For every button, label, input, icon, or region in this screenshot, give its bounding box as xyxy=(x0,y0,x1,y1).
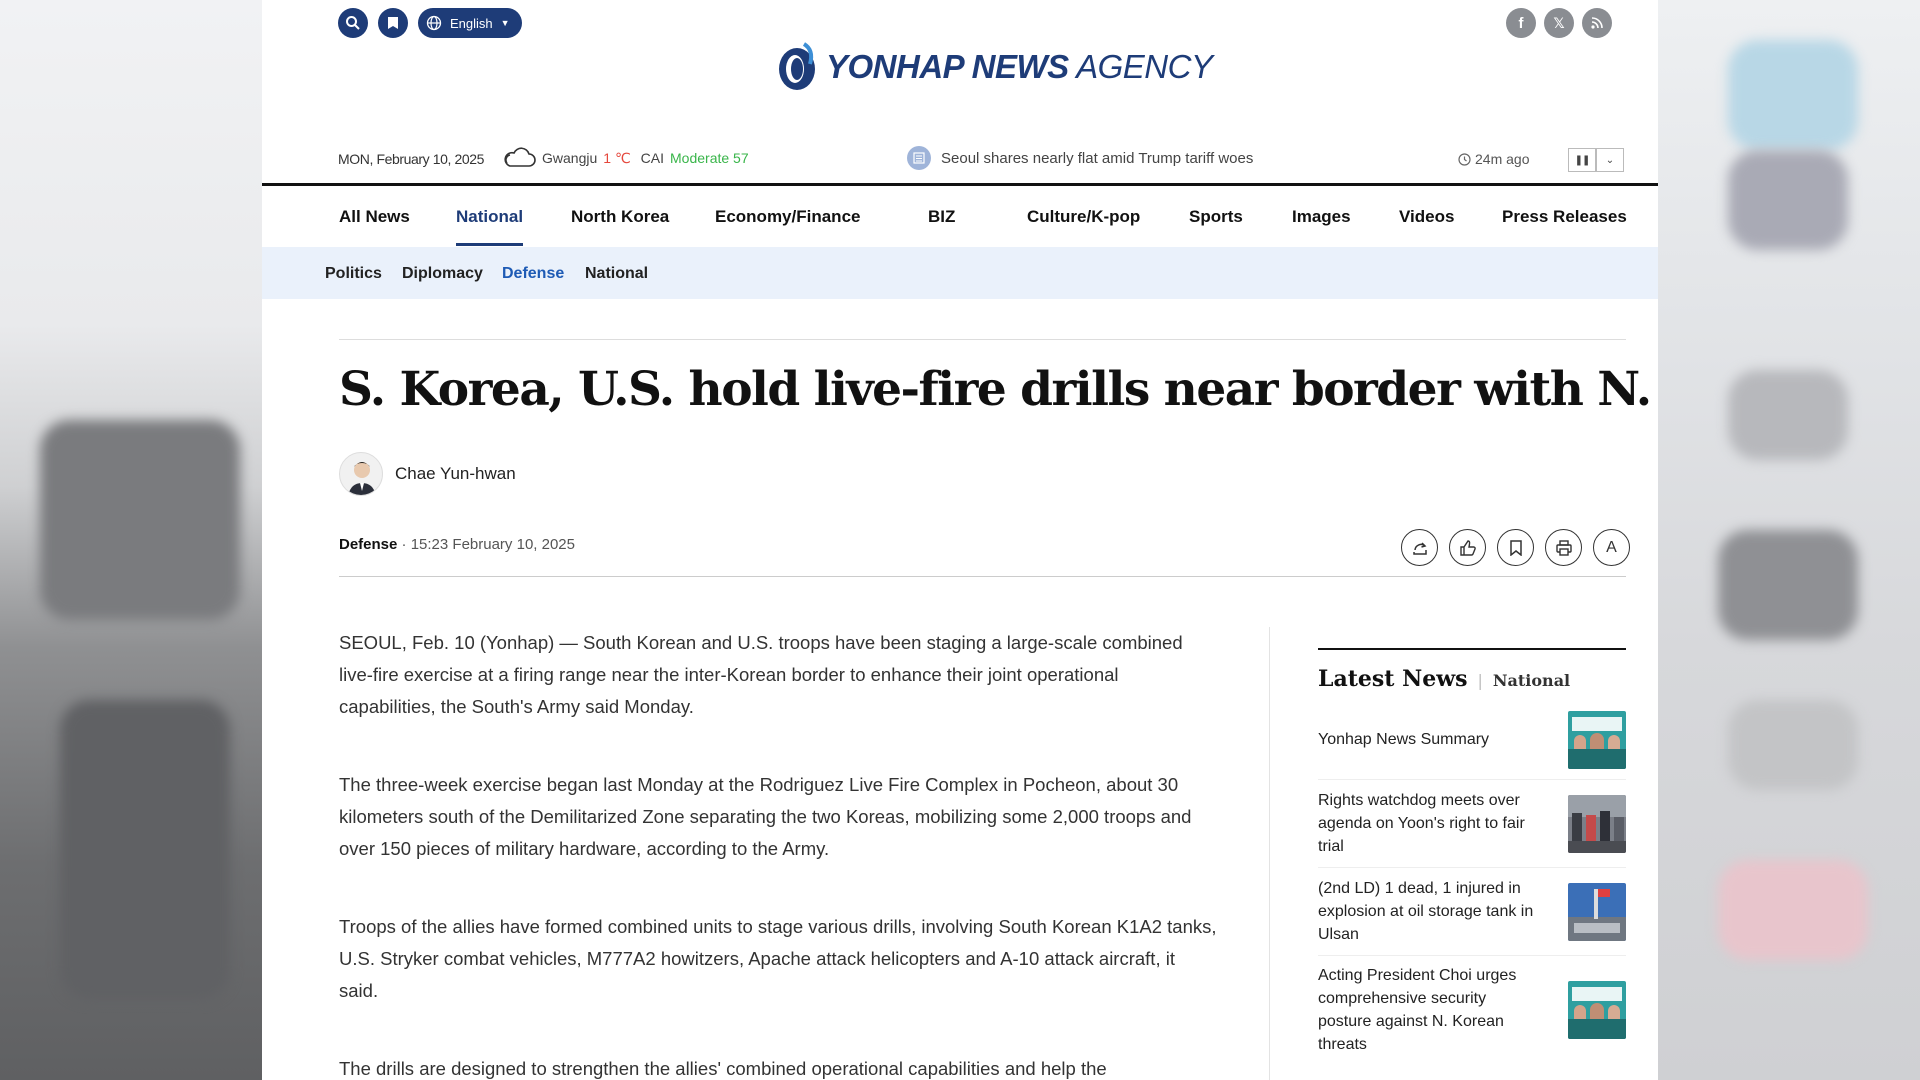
cai-label: CAI xyxy=(640,150,665,166)
share-button[interactable] xyxy=(1401,529,1438,566)
nav-item-all-news[interactable]: All News xyxy=(339,207,410,227)
like-icon xyxy=(1459,539,1476,556)
print-button[interactable] xyxy=(1545,529,1582,566)
news-thumbnail[interactable] xyxy=(1568,981,1626,1039)
subnav-item-national[interactable]: National xyxy=(585,265,648,283)
cai-value: Moderate 57 xyxy=(670,150,749,166)
nav-item-north-korea[interactable]: North Korea xyxy=(571,207,669,227)
news-item-title[interactable]: Rights watchdog meets over agenda on Yoo… xyxy=(1318,789,1538,858)
latest-news-category[interactable]: National xyxy=(1493,671,1570,690)
article-paragraph: The three-week exercise began last Monda… xyxy=(339,774,1192,859)
nav-item-economy-finance[interactable]: Economy/Finance xyxy=(715,207,860,227)
divider xyxy=(1318,648,1626,650)
list-item[interactable]: (2nd LD) 1 dead, 1 injured in explosion … xyxy=(1318,868,1626,956)
news-item-title[interactable]: (2nd LD) 1 dead, 1 injured in explosion … xyxy=(1318,877,1538,946)
rss-icon[interactable] xyxy=(1582,8,1612,38)
latest-news-panel: Latest News | National Yonhap News Summa… xyxy=(1318,648,1626,1064)
background-left xyxy=(0,0,262,1080)
article-paragraph: Troops of the allies have formed combine… xyxy=(339,916,1217,1001)
weather-widget[interactable]: Gwangju 1 ℃ CAI Moderate 57 xyxy=(502,147,749,169)
article-timestamp: 15:23 February 10, 2025 xyxy=(410,536,575,553)
list-item[interactable]: Acting President Choi urges comprehensiv… xyxy=(1318,956,1626,1064)
news-item-title[interactable]: Yonhap News Summary xyxy=(1318,728,1538,751)
nav-item-national[interactable]: National xyxy=(456,207,524,246)
share-icon xyxy=(1412,541,1427,555)
subnav-item-defense[interactable]: Defense xyxy=(502,265,564,283)
main-nav: All News National North Korea Economy/Fi… xyxy=(262,189,1658,247)
facebook-icon[interactable]: f xyxy=(1506,8,1536,38)
ticker-expand-button[interactable]: ⌄ xyxy=(1596,148,1624,172)
latest-news-header: Latest News | National xyxy=(1318,666,1626,692)
save-article-button[interactable] xyxy=(1497,529,1534,566)
sub-nav: Politics Diplomacy Defense National xyxy=(262,247,1658,299)
cloud-icon xyxy=(504,147,536,167)
font-size-icon: A xyxy=(1606,538,1617,556)
divider xyxy=(339,339,1626,340)
x-icon[interactable]: 𝕏 xyxy=(1544,8,1574,38)
ticker-headline[interactable]: Seoul shares nearly flat amid Trump tari… xyxy=(941,150,1253,167)
latest-news-title[interactable]: Latest News xyxy=(1318,666,1468,692)
author-name: Chae Yun-hwan xyxy=(395,464,516,483)
nav-item-culture-kpop[interactable]: Culture/K-pop xyxy=(1027,207,1140,227)
globe-icon xyxy=(426,15,442,31)
bookmark-button[interactable] xyxy=(378,8,408,38)
newspaper-icon xyxy=(907,146,931,170)
pause-icon: ❚❚ xyxy=(1574,154,1591,166)
article-headline: S. Korea, U.S. hold live-fire drills nea… xyxy=(339,362,1658,417)
language-label: English xyxy=(450,15,493,31)
ticker-pause-button[interactable]: ❚❚ xyxy=(1568,148,1596,172)
current-date: MON, February 10, 2025 xyxy=(338,151,485,167)
chevron-down-icon: ⌄ xyxy=(1605,154,1615,166)
divider xyxy=(339,576,1626,577)
news-thumbnail[interactable] xyxy=(1568,794,1626,853)
social-links: f 𝕏 xyxy=(1506,8,1612,38)
article-page: English ▼ f 𝕏 YONHAP NEWS AGENCY MON, Fe… xyxy=(262,0,1658,1080)
site-logo[interactable]: YONHAP NEWS AGENCY xyxy=(776,42,1213,92)
nav-item-sports[interactable]: Sports xyxy=(1189,207,1243,227)
info-bar: MON, February 10, 2025 Gwangju 1 ℃ CAI M… xyxy=(262,144,1658,186)
nav-item-videos[interactable]: Videos xyxy=(1399,207,1454,227)
print-icon xyxy=(1555,539,1572,556)
nav-item-press-releases[interactable]: Press Releases xyxy=(1502,207,1627,227)
column-divider xyxy=(1269,627,1270,1080)
weather-temperature: 1 ℃ xyxy=(603,149,631,166)
avatar xyxy=(339,452,383,496)
news-ticker[interactable]: Seoul shares nearly flat amid Trump tari… xyxy=(907,146,1253,170)
news-thumbnail[interactable] xyxy=(1568,882,1626,941)
subnav-item-diplomacy[interactable]: Diplomacy xyxy=(402,265,483,283)
caret-down-icon: ▼ xyxy=(500,18,510,28)
weather-city: Gwangju xyxy=(542,150,598,166)
article-meta: Defense · 15:23 February 10, 2025 xyxy=(339,536,575,553)
article-paragraph: The drills are designed to strengthen th… xyxy=(339,1058,1107,1079)
like-button[interactable] xyxy=(1449,529,1486,566)
list-item[interactable]: Yonhap News Summary xyxy=(1318,700,1626,780)
search-button[interactable] xyxy=(338,8,368,38)
nav-item-images[interactable]: Images xyxy=(1292,207,1351,227)
article-body: SEOUL, Feb. 10 (Yonhap) — South Korean a… xyxy=(339,627,1219,1080)
font-size-button[interactable]: A xyxy=(1593,529,1630,566)
header-tools: English ▼ xyxy=(338,8,522,38)
bookmark-icon xyxy=(1509,539,1522,556)
background-right xyxy=(1658,0,1920,1080)
author-byline[interactable]: Chae Yun-hwan xyxy=(339,452,516,496)
article-paragraph: SEOUL, Feb. 10 (Yonhap) — South Korean a… xyxy=(339,632,1183,717)
bookmark-icon xyxy=(388,17,398,29)
article-actions: A xyxy=(1401,529,1630,566)
meta-separator: · xyxy=(401,536,411,553)
news-item-title[interactable]: Acting President Choi urges comprehensiv… xyxy=(1318,964,1538,1056)
subnav-item-politics[interactable]: Politics xyxy=(325,265,382,283)
ticker-time: 24m ago xyxy=(1458,151,1529,167)
yonhap-logo-icon xyxy=(779,42,815,90)
language-selector[interactable]: English ▼ xyxy=(418,8,522,38)
clock-icon xyxy=(1458,152,1471,166)
list-item[interactable]: Rights watchdog meets over agenda on Yoo… xyxy=(1318,780,1626,868)
news-thumbnail[interactable] xyxy=(1568,710,1626,769)
search-icon xyxy=(346,16,360,30)
separator: | xyxy=(1477,671,1483,690)
nav-item-biz[interactable]: BIZ xyxy=(928,207,955,227)
logo-text: YONHAP NEWS AGENCY xyxy=(826,48,1213,85)
article-category[interactable]: Defense xyxy=(339,536,397,553)
